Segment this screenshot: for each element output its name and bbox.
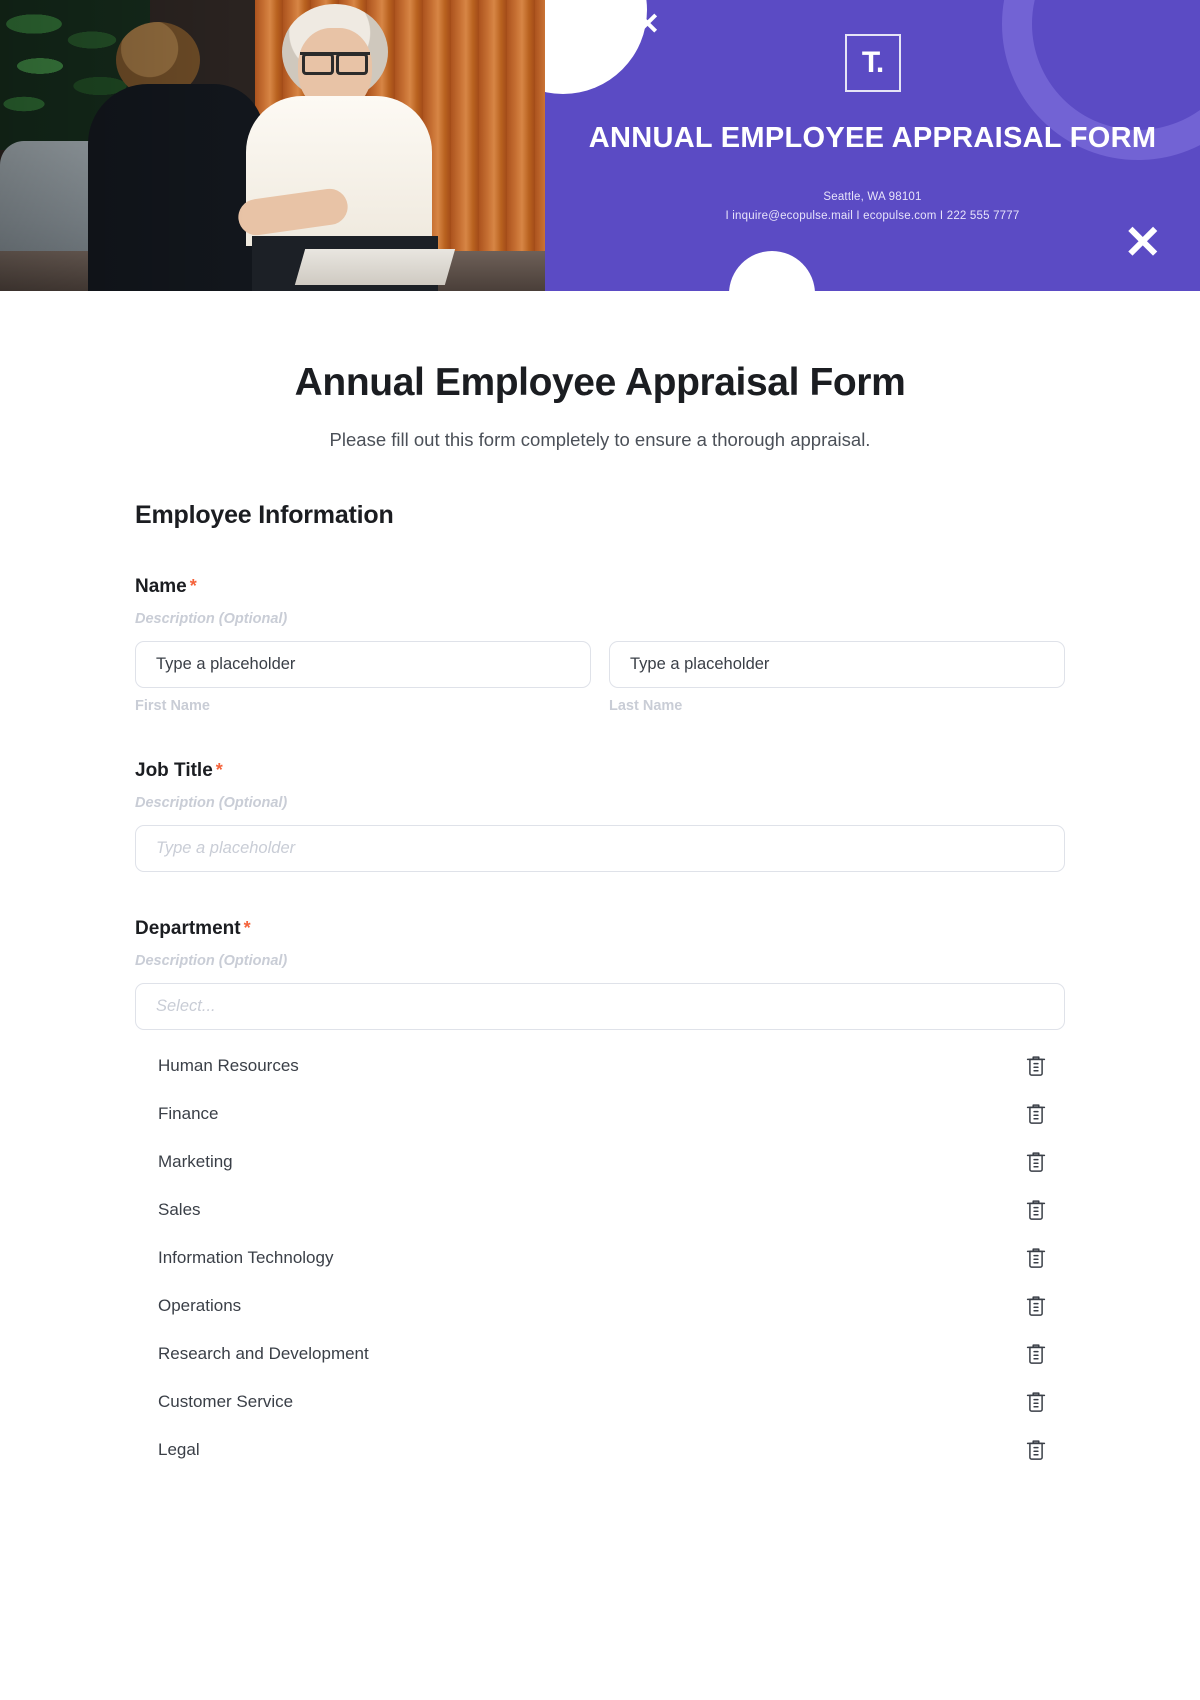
brand-logo-text: T.: [861, 46, 884, 79]
last-name-sub-label: Last Name: [609, 698, 683, 714]
field-department: Department * Description (Optional) Selec…: [135, 918, 1065, 1474]
field-name: Name* Description (Optional) First Name …: [135, 576, 1065, 714]
field-description-job-title: Description (Optional): [135, 795, 288, 811]
delete-option-button[interactable]: [1025, 1246, 1047, 1270]
job-title-input-row: [135, 825, 1065, 872]
department-options-list: Human Resources Finance Marketing Sales …: [135, 1042, 1065, 1474]
department-select-row: Select...: [135, 983, 1065, 1030]
field-job-title: Job Title * Description (Optional): [135, 760, 1065, 872]
option-row-0[interactable]: Human Resources: [135, 1042, 1065, 1090]
page-title: Annual Employee Appraisal Form: [294, 361, 906, 404]
delete-option-button[interactable]: [1025, 1102, 1047, 1126]
banner-address-line: Seattle, WA 98101: [823, 191, 922, 203]
field-label-name-text: Name: [135, 576, 187, 597]
option-row-4[interactable]: Information Technology: [135, 1234, 1065, 1282]
delete-option-button[interactable]: [1025, 1150, 1047, 1174]
option-label: Finance: [158, 1104, 219, 1123]
option-row-8[interactable]: Legal: [135, 1426, 1065, 1474]
department-column: Select...: [135, 983, 1065, 1030]
brand-logo: T.: [844, 34, 901, 92]
field-description-name: Description (Optional): [135, 611, 288, 627]
trash-icon: [1026, 1440, 1046, 1460]
banner-contact-line: I inquire@ecopulse.mail I ecopulse.com I…: [725, 209, 1020, 222]
photo-vignette: [0, 0, 545, 291]
trash-icon: [1026, 1392, 1046, 1412]
header-photo: [0, 0, 545, 291]
close-icon-small: ✕: [635, 8, 661, 41]
trash-icon: [1026, 1296, 1046, 1316]
delete-option-button[interactable]: [1025, 1438, 1047, 1462]
first-name-column: First Name: [135, 641, 591, 714]
option-label: Operations: [158, 1296, 242, 1315]
option-row-1[interactable]: Finance: [135, 1090, 1065, 1138]
delete-option-button[interactable]: [1025, 1342, 1047, 1366]
required-marker: *: [215, 760, 223, 780]
decorative-circle-top: [545, 0, 647, 94]
field-label-department-text: Department: [135, 918, 241, 939]
option-row-7[interactable]: Customer Service: [135, 1378, 1065, 1426]
option-label: Research and Development: [158, 1344, 369, 1363]
banner-title: ANNUAL EMPLOYEE APPRAISAL FORM: [588, 122, 1157, 154]
option-row-5[interactable]: Operations: [135, 1282, 1065, 1330]
option-label: Customer Service: [158, 1392, 294, 1411]
trash-icon: [1026, 1344, 1046, 1364]
last-name-input[interactable]: [609, 641, 1065, 688]
option-row-6[interactable]: Research and Development: [135, 1330, 1065, 1378]
first-name-input[interactable]: [135, 641, 591, 688]
option-label: Human Resources: [158, 1056, 299, 1075]
header-purple-panel: ✕ ✕ T. ANNUAL EMPLOYEE APPRAISAL FORM Se…: [545, 0, 1200, 291]
option-label: Legal: [158, 1440, 200, 1459]
job-title-column: [135, 825, 1065, 872]
form-header-banner: ✕ ✕ T. ANNUAL EMPLOYEE APPRAISAL FORM Se…: [0, 0, 1200, 291]
decorative-circle-bottom: [729, 251, 815, 291]
name-inputs-row: First Name Last Name: [135, 641, 1065, 714]
option-row-2[interactable]: Marketing: [135, 1138, 1065, 1186]
delete-option-button[interactable]: [1025, 1198, 1047, 1222]
last-name-column: Last Name: [609, 641, 1065, 714]
delete-option-button[interactable]: [1025, 1390, 1047, 1414]
option-label: Marketing: [158, 1152, 233, 1171]
required-marker: *: [189, 576, 197, 596]
banner-contact-block: Seattle, WA 98101 I inquire@ecopulse.mai…: [545, 188, 1200, 226]
trash-icon: [1026, 1104, 1046, 1124]
field-description-department: Description (Optional): [135, 953, 288, 969]
required-marker: *: [243, 918, 251, 938]
field-label-job-title-text: Job Title: [135, 760, 213, 781]
field-label-department: Department *: [135, 918, 1065, 940]
delete-option-button[interactable]: [1025, 1294, 1047, 1318]
form-body: Annual Employee Appraisal Form Please fi…: [0, 361, 1200, 1474]
first-name-sub-label: First Name: [135, 698, 210, 714]
trash-icon: [1026, 1152, 1046, 1172]
job-title-input[interactable]: [135, 825, 1065, 872]
field-label-job-title: Job Title *: [135, 760, 1065, 782]
field-label-name: Name *: [135, 576, 1065, 598]
section-title-employee-information: Employee Information: [135, 501, 394, 529]
department-select-placeholder: Select...: [156, 997, 216, 1015]
option-label: Sales: [158, 1200, 201, 1219]
delete-option-button[interactable]: [1025, 1054, 1047, 1078]
trash-icon: [1026, 1056, 1046, 1076]
page-subtitle: Please fill out this form completely to …: [329, 429, 871, 450]
option-label: Information Technology: [158, 1248, 334, 1267]
department-select[interactable]: Select...: [135, 983, 1065, 1030]
trash-icon: [1026, 1248, 1046, 1268]
option-row-3[interactable]: Sales: [135, 1186, 1065, 1234]
trash-icon: [1026, 1200, 1046, 1220]
